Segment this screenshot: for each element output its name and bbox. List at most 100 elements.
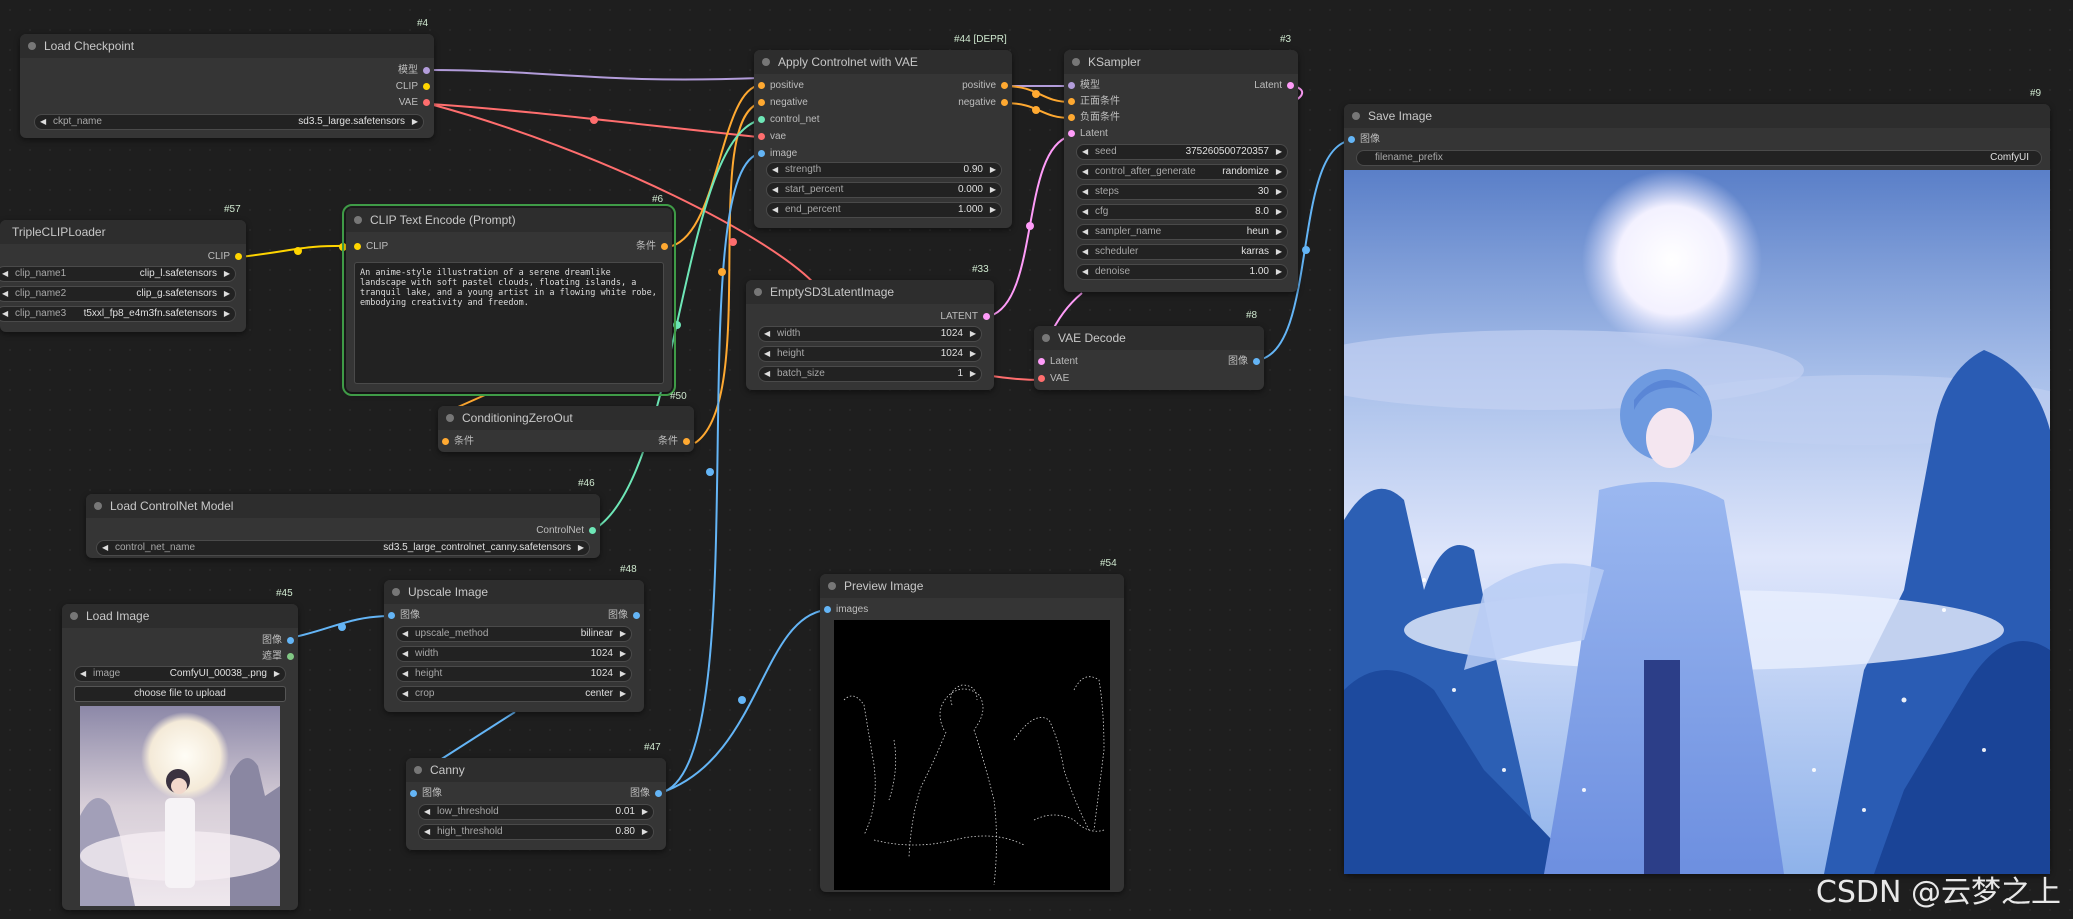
input-model[interactable]: 模型 (1068, 79, 1100, 93)
arrow-right-icon[interactable]: ▶ (620, 687, 626, 701)
widget-crop[interactable]: ◀ crop center ▶ (396, 686, 632, 702)
node-title-bar[interactable]: VAE Decode (1034, 326, 1264, 350)
widget-upscale-method[interactable]: ◀ upscale_method bilinear ▶ (396, 626, 632, 642)
collapse-dot[interactable] (446, 414, 454, 422)
output-image[interactable]: 图像 (262, 634, 294, 648)
output-latent[interactable]: Latent (1254, 79, 1294, 93)
input-negative[interactable]: negative (758, 96, 808, 110)
arrow-left-icon[interactable]: ◀ (102, 541, 108, 555)
widget-end-percent[interactable]: ◀ end_percent 1.000 ▶ (766, 202, 1002, 218)
widget-strength[interactable]: ◀ strength 0.90 ▶ (766, 162, 1002, 178)
output-model[interactable]: 模型 (398, 64, 430, 78)
node-clip-text-encode[interactable]: CLIP Text Encode (Prompt) CLIP 条件 An ani… (342, 204, 676, 396)
arrow-right-icon[interactable]: ▶ (990, 183, 996, 197)
widget-image[interactable]: ◀ image ComfyUI_00038_.png ▶ (74, 666, 286, 682)
arrow-left-icon[interactable]: ◀ (764, 327, 770, 341)
node-title-bar[interactable]: Upscale Image (384, 580, 644, 604)
arrow-left-icon[interactable]: ◀ (772, 183, 778, 197)
collapse-dot[interactable] (354, 216, 362, 224)
arrow-right-icon[interactable]: ▶ (224, 287, 230, 301)
node-title-bar[interactable]: Load Checkpoint (20, 34, 434, 58)
node-title-bar[interactable]: Save Image (1344, 104, 2050, 128)
arrow-left-icon[interactable]: ◀ (2, 267, 8, 281)
collapse-dot[interactable] (1042, 334, 1050, 342)
arrow-left-icon[interactable]: ◀ (402, 647, 408, 661)
arrow-right-icon[interactable]: ▶ (274, 667, 280, 681)
widget-width[interactable]: ◀ width 1024 ▶ (758, 326, 982, 342)
node-canny[interactable]: Canny 图像 图像 ◀ low_threshold 0.01 ▶ ◀ high_th… (406, 758, 666, 850)
arrow-right-icon[interactable]: ▶ (990, 163, 996, 177)
input-latent[interactable]: Latent (1038, 355, 1078, 369)
arrow-left-icon[interactable]: ◀ (1082, 145, 1088, 159)
output-clip[interactable]: CLIP (208, 250, 242, 264)
arrow-right-icon[interactable]: ▶ (1276, 165, 1282, 179)
arrow-left-icon[interactable]: ◀ (1082, 265, 1088, 279)
arrow-left-icon[interactable]: ◀ (402, 687, 408, 701)
widget-batch-size[interactable]: ◀ batch_size 1 ▶ (758, 366, 982, 382)
input-image[interactable]: 图像 (388, 609, 420, 623)
output-image[interactable]: 图像 (608, 609, 640, 623)
output-positive[interactable]: positive (962, 79, 1008, 93)
arrow-right-icon[interactable]: ▶ (642, 825, 648, 839)
widget-steps[interactable]: ◀ steps 30 ▶ (1076, 184, 1288, 200)
arrow-left-icon[interactable]: ◀ (1082, 205, 1088, 219)
output-controlnet[interactable]: ControlNet (536, 524, 596, 538)
output-mask[interactable]: 遮罩 (262, 650, 294, 664)
node-load-image[interactable]: Load Image 图像 遮罩 ◀ image ComfyUI_00038_.pn… (62, 604, 298, 910)
output-conditioning[interactable]: 条件 (636, 240, 668, 254)
arrow-left-icon[interactable]: ◀ (772, 203, 778, 217)
node-title-bar[interactable]: EmptySD3LatentImage (746, 280, 994, 304)
upload-button[interactable]: choose file to upload (74, 686, 286, 702)
widget-ckpt-name[interactable]: ◀ ckpt_name sd3.5_large.safetensors ▶ (34, 114, 424, 130)
widget-high-threshold[interactable]: ◀ high_threshold 0.80 ▶ (418, 824, 654, 840)
input-positive[interactable]: 正面条件 (1068, 95, 1120, 109)
arrow-right-icon[interactable]: ▶ (642, 805, 648, 819)
arrow-right-icon[interactable]: ▶ (224, 307, 230, 321)
node-title-bar[interactable]: KSampler (1064, 50, 1298, 74)
collapse-dot[interactable] (828, 582, 836, 590)
output-clip[interactable]: CLIP (396, 80, 430, 94)
output-image[interactable]: 图像 (1228, 355, 1260, 369)
arrow-right-icon[interactable]: ▶ (412, 115, 418, 129)
arrow-left-icon[interactable]: ◀ (402, 627, 408, 641)
node-title-bar[interactable]: Preview Image (820, 574, 1124, 598)
arrow-left-icon[interactable]: ◀ (402, 667, 408, 681)
arrow-left-icon[interactable]: ◀ (40, 115, 46, 129)
widget-seed[interactable]: ◀ seed 375260500720357 ▶ (1076, 144, 1288, 160)
arrow-right-icon[interactable]: ▶ (990, 203, 996, 217)
node-load-checkpoint[interactable]: Load Checkpoint 模型 CLIP VAE ◀ ckpt_name sd… (20, 34, 434, 138)
arrow-right-icon[interactable]: ▶ (970, 367, 976, 381)
prompt-textarea[interactable]: An anime-style illustration of a serene … (354, 262, 664, 384)
arrow-right-icon[interactable]: ▶ (1276, 225, 1282, 239)
node-preview-image[interactable]: Preview Image images (820, 574, 1124, 892)
input-negative[interactable]: 负面条件 (1068, 111, 1120, 125)
output-image[interactable]: 图像 (630, 787, 662, 801)
input-images[interactable]: images (824, 603, 868, 617)
node-title-bar[interactable]: Canny (406, 758, 666, 782)
arrow-left-icon[interactable]: ◀ (2, 287, 8, 301)
node-title-bar[interactable]: Load Image (62, 604, 298, 628)
widget-start-percent[interactable]: ◀ start_percent 0.000 ▶ (766, 182, 1002, 198)
arrow-right-icon[interactable]: ▶ (620, 647, 626, 661)
collapse-dot[interactable] (28, 42, 36, 50)
output-negative[interactable]: negative (958, 96, 1008, 110)
arrow-right-icon[interactable]: ▶ (1276, 265, 1282, 279)
arrow-left-icon[interactable]: ◀ (1082, 225, 1088, 239)
widget-filename-prefix[interactable]: filename_prefix ComfyUI (1356, 150, 2042, 166)
widget-control-after-generate[interactable]: ◀ control_after_generate randomize ▶ (1076, 164, 1288, 180)
node-triple-clip-loader[interactable]: TripleCLIPLoader CLIP ◀ clip_name1 clip_l.… (0, 220, 246, 332)
arrow-left-icon[interactable]: ◀ (1082, 165, 1088, 179)
input-vae[interactable]: vae (758, 130, 786, 144)
input-control-net[interactable]: control_net (758, 113, 819, 127)
input-image[interactable]: 图像 (410, 787, 442, 801)
collapse-dot[interactable] (70, 612, 78, 620)
widget-height[interactable]: ◀ height 1024 ▶ (758, 346, 982, 362)
output-conditioning[interactable]: 条件 (658, 435, 690, 449)
collapse-dot[interactable] (1072, 58, 1080, 66)
node-save-image[interactable]: Save Image 图像 filename_prefix ComfyUI (1344, 104, 2050, 874)
collapse-dot[interactable] (414, 766, 422, 774)
collapse-dot[interactable] (94, 502, 102, 510)
widget-width[interactable]: ◀ width 1024 ▶ (396, 646, 632, 662)
collapse-dot[interactable] (1352, 112, 1360, 120)
arrow-right-icon[interactable]: ▶ (1276, 245, 1282, 259)
